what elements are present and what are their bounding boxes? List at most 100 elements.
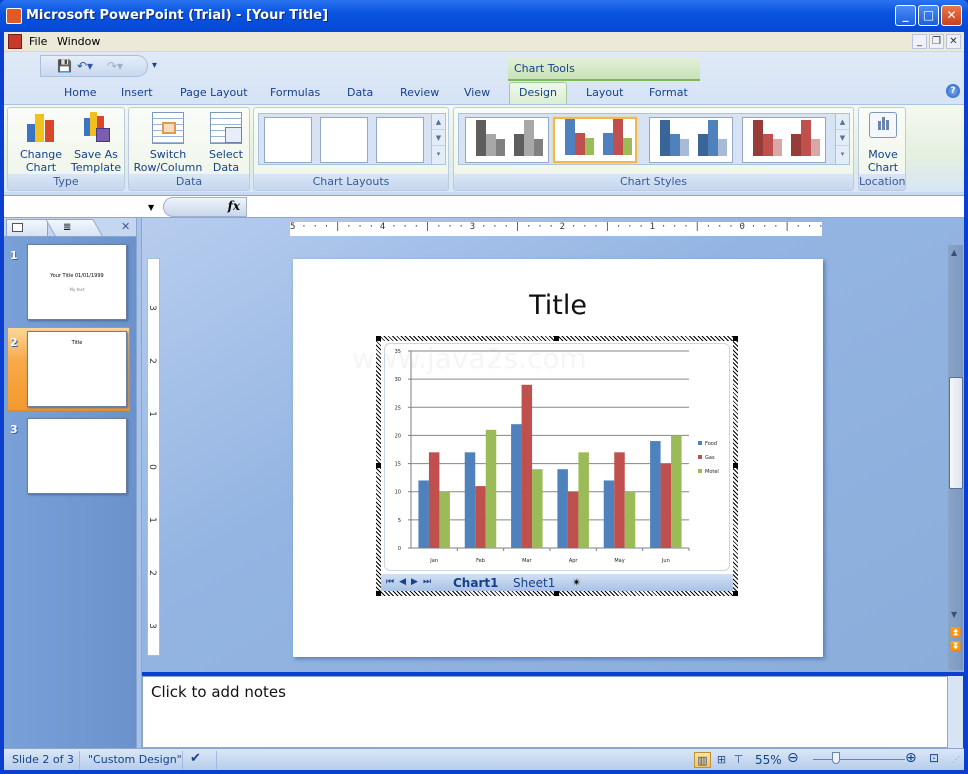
menu-file[interactable]: File [29, 35, 47, 48]
resize-handle[interactable] [376, 591, 381, 596]
chart-layout-2[interactable] [320, 117, 368, 163]
slide-show-view-button[interactable]: ⊤ [730, 752, 747, 768]
tab-format[interactable]: Format [645, 86, 692, 106]
switch-row-column-button[interactable]: Switch Row/Column [133, 112, 203, 174]
slide-sorter-view-button[interactable]: ⊞ [713, 752, 730, 768]
zoom-level[interactable]: 55% [755, 753, 782, 767]
chart-layouts-scroll[interactable]: ▲ ▼ ▾ [431, 114, 445, 164]
tab-layout[interactable]: Layout [582, 86, 627, 106]
bar-gas-jun[interactable] [660, 463, 672, 548]
chart-styles-scroll[interactable]: ▲ ▼ ▾ [835, 114, 849, 164]
move-chart-button[interactable]: Move Chart [861, 112, 905, 174]
outline-tab[interactable]: ≣ [45, 219, 103, 236]
resize-handle[interactable] [376, 336, 381, 341]
gallery-up-icon[interactable]: ▲ [432, 114, 445, 130]
help-icon[interactable]: ? [946, 84, 960, 98]
zoom-slider-thumb[interactable] [832, 752, 840, 764]
bar-food-apr[interactable] [557, 469, 568, 548]
tab-formulas[interactable]: Formulas [266, 86, 324, 106]
tab-design[interactable]: Design [509, 82, 567, 106]
save-icon[interactable]: 💾 [57, 59, 72, 73]
resize-handle[interactable] [376, 463, 381, 468]
scrollbar-thumb[interactable] [949, 377, 963, 489]
gallery-up-icon[interactable]: ▲ [836, 114, 849, 130]
redo-icon[interactable]: ↷▾ [107, 59, 123, 73]
doc-minimize-button[interactable]: _ [912, 34, 927, 49]
bar-motel-mar[interactable] [532, 469, 543, 548]
tab-page-layout[interactable]: Page Layout [176, 86, 252, 106]
powerpoint-app-icon[interactable] [6, 8, 22, 24]
resize-handle[interactable] [733, 463, 738, 468]
theme-name[interactable]: "Custom Design" [88, 753, 182, 766]
notes-scrollbar[interactable] [948, 676, 963, 748]
spell-check-icon[interactable]: ✔ [190, 751, 201, 766]
maximize-button[interactable]: □ [918, 5, 939, 26]
close-pane-icon[interactable]: ✕ [121, 220, 130, 233]
tab-review[interactable]: Review [396, 86, 443, 106]
name-box-dropdown-icon[interactable]: ▼ [148, 203, 154, 212]
tab-home[interactable]: Home [60, 86, 100, 106]
customize-qat-icon[interactable]: ▾ [152, 60, 157, 71]
bar-food-feb[interactable] [464, 452, 476, 548]
bar-motel-apr[interactable] [578, 452, 589, 548]
menu-window[interactable]: Window [57, 35, 100, 48]
doc-restore-button[interactable]: ❐ [929, 34, 944, 49]
chart-style-3[interactable] [649, 117, 733, 163]
pane-splitter[interactable] [136, 218, 142, 748]
doc-close-button[interactable]: ✕ [946, 34, 961, 49]
bar-food-jan[interactable] [418, 480, 429, 548]
tab-insert[interactable]: Insert [117, 86, 157, 106]
slide-thumbnail-1[interactable]: Your Title 01/01/1999 My text [27, 244, 127, 320]
chart-style-1[interactable] [465, 117, 549, 163]
column-chart[interactable]: 0 5 10 15 20 25 30 35 Jan Feb Mar Apr May Jun Food Gas M… [384, 343, 730, 571]
close-button[interactable]: ✕ [941, 5, 962, 26]
document-icon[interactable] [8, 34, 22, 49]
insert-sheet-icon[interactable]: ✴ [572, 576, 581, 589]
resize-handle[interactable] [733, 336, 738, 341]
bar-motel-feb[interactable] [485, 429, 497, 548]
bar-food-jun[interactable] [650, 441, 661, 548]
formula-input[interactable] [250, 197, 948, 216]
next-slide-icon[interactable]: ⏬ [950, 642, 961, 652]
normal-view-button[interactable]: ▥ [694, 752, 711, 768]
gallery-down-icon[interactable]: ▼ [836, 130, 849, 146]
slides-tab[interactable] [6, 219, 48, 236]
save-as-template-button[interactable]: Save As Template [70, 112, 122, 174]
bar-gas-feb[interactable] [475, 486, 486, 548]
bar-gas-mar[interactable] [521, 384, 533, 548]
resize-handle[interactable] [554, 591, 559, 596]
scroll-up-icon[interactable]: ▲ [951, 248, 957, 257]
gallery-more-icon[interactable]: ▾ [836, 146, 849, 162]
bar-gas-may[interactable] [614, 452, 625, 548]
slide-thumbnail-3[interactable] [27, 418, 127, 494]
zoom-slider-track[interactable] [813, 759, 905, 760]
chart-layout-3[interactable] [376, 117, 424, 163]
bar-food-mar[interactable] [511, 424, 522, 548]
slide-thumbnail-2[interactable]: Title [27, 331, 127, 407]
bar-motel-jan[interactable] [439, 491, 450, 548]
name-box[interactable] [6, 197, 146, 216]
resize-grip-icon[interactable]: ⋰ [952, 755, 960, 764]
zoom-out-icon[interactable]: ⊖ [787, 750, 799, 766]
undo-icon[interactable]: ↶▾ [77, 59, 93, 73]
select-data-button[interactable]: Select Data [205, 112, 247, 174]
resize-handle[interactable] [733, 591, 738, 596]
tab-data[interactable]: Data [343, 86, 377, 106]
bar-food-may[interactable] [603, 480, 615, 548]
zoom-in-icon[interactable]: ⊕ [905, 750, 917, 766]
bar-motel-may[interactable] [624, 491, 636, 548]
notes-placeholder[interactable]: Click to add notes [151, 683, 286, 701]
resize-handle[interactable] [554, 336, 559, 341]
gallery-down-icon[interactable]: ▼ [432, 130, 445, 146]
previous-slide-icon[interactable]: ⏫ [950, 628, 961, 638]
sheet-nav-icons[interactable]: ⏮◀▶⏭ [386, 577, 436, 587]
bar-gas-apr[interactable] [567, 491, 579, 548]
tab-view[interactable]: View [460, 86, 494, 106]
gallery-more-icon[interactable]: ▾ [432, 146, 445, 162]
chart-style-2-selected[interactable] [553, 117, 637, 163]
bar-gas-jan[interactable] [428, 452, 440, 548]
chart-layout-1[interactable] [264, 117, 312, 163]
minimize-button[interactable]: _ [895, 5, 916, 26]
chart-style-4[interactable] [742, 117, 826, 163]
bar-motel-jun[interactable] [671, 435, 682, 548]
